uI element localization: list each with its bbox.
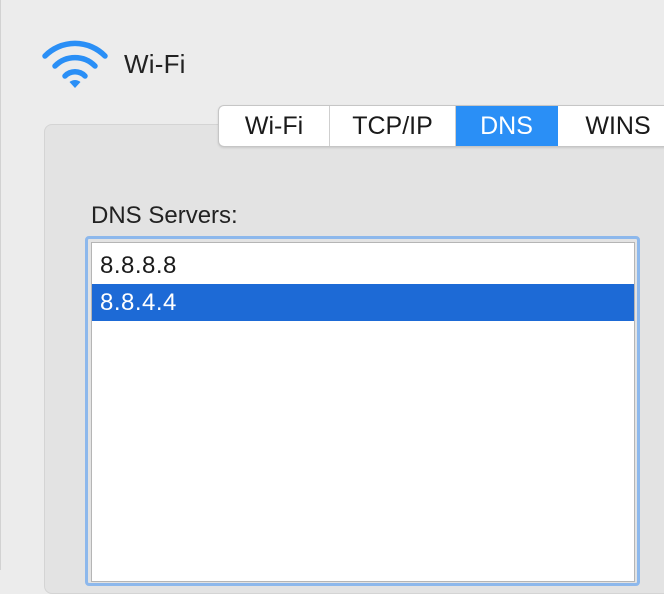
- header: Wi-Fi: [40, 36, 186, 92]
- dns-server-row-1[interactable]: 8.8.8.8: [92, 247, 634, 284]
- dns-servers-label: DNS Servers:: [91, 202, 238, 229]
- wifi-icon: [42, 40, 108, 88]
- tab-bar: Wi-Fi TCP/IP DNS WINS: [218, 105, 664, 147]
- tab-wins[interactable]: WINS: [558, 106, 664, 146]
- window-edge: [0, 0, 1, 570]
- header-title: Wi-Fi: [124, 48, 186, 79]
- tab-dns[interactable]: DNS: [456, 106, 558, 146]
- dns-server-row-2[interactable]: 8.8.4.4: [92, 284, 634, 321]
- tab-wifi[interactable]: Wi-Fi: [219, 106, 330, 146]
- dns-servers-list[interactable]: 8.8.8.8 8.8.4.4: [91, 242, 635, 582]
- tab-tcpip[interactable]: TCP/IP: [330, 106, 456, 146]
